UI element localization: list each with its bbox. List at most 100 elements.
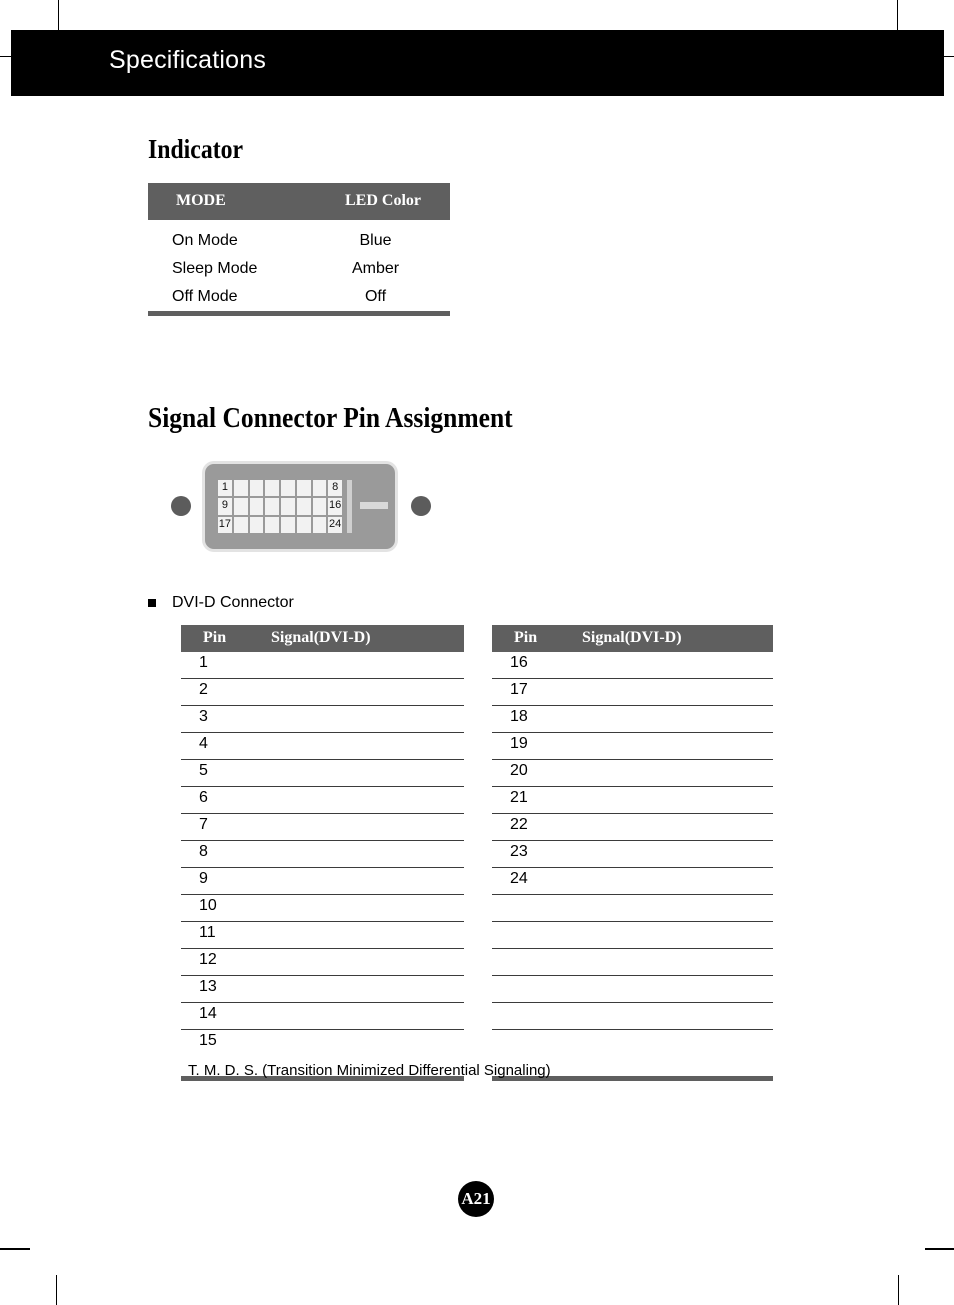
table-row: 2	[181, 679, 464, 706]
connector-pin-cell	[312, 480, 327, 497]
pin-assignment-table-left: Pin Signal(DVI-D) 1 2 3 4 5 6 7 8 9 10 1…	[181, 625, 464, 1081]
table-row: On Mode Blue	[148, 229, 450, 257]
pin-number: 20	[510, 762, 528, 779]
signal-column-header: Signal(DVI-D)	[271, 629, 371, 646]
table-row: 3	[181, 706, 464, 733]
crop-mark-right-top	[944, 56, 954, 57]
connector-pin-cell: 17	[218, 516, 232, 533]
table-row: 5	[181, 760, 464, 787]
table-row: 19	[492, 733, 773, 760]
tmds-footnote: T. M. D. S. (Transition Minimized Differ…	[188, 1062, 551, 1079]
table-row: 8	[181, 841, 464, 868]
connector-pin-number: 8	[332, 481, 339, 493]
pin-number: 7	[199, 816, 208, 833]
table-row: 21	[492, 787, 773, 814]
table-row	[492, 949, 773, 976]
connector-pin-cell	[281, 480, 295, 497]
connector-pin-cell	[281, 498, 295, 515]
connector-pin-cell	[312, 498, 327, 515]
pin-number: 10	[199, 897, 217, 914]
connector-pin-cell	[296, 480, 311, 497]
table-row: 23	[492, 841, 773, 868]
crop-mark-right-bottom	[925, 1248, 954, 1250]
connector-pin-cell: 16	[328, 498, 342, 515]
dvi-connector-label-row: DVI-D Connector	[148, 594, 294, 612]
pin-table-body-right: 16 17 18 19 20 21 22 23 24	[492, 652, 773, 1056]
connector-screw-left-icon	[171, 496, 191, 516]
indicator-mode-value: On Mode	[172, 232, 238, 249]
connector-shell: 1 8 9 16 17 24	[205, 464, 395, 549]
indicator-table-body: On Mode Blue Sleep Mode Amber Off Mode O…	[148, 220, 450, 313]
table-row: 18	[492, 706, 773, 733]
indicator-mode-value: Off Mode	[172, 288, 238, 305]
pin-number: 5	[199, 762, 208, 779]
page-title: Specifications	[109, 46, 267, 74]
crop-mark-bottom-left	[56, 1275, 57, 1305]
table-row: 17	[492, 679, 773, 706]
table-row: 16	[492, 652, 773, 679]
crop-mark-left-bottom	[0, 1248, 30, 1250]
pin-number: 14	[199, 1005, 217, 1022]
indicator-table-header: MODE LED Color	[148, 183, 450, 220]
connector-pin-cell: 24	[328, 516, 342, 533]
pin-number: 17	[510, 681, 528, 698]
indicator-heading: Indicator	[148, 134, 244, 164]
indicator-mode-value: Sleep Mode	[172, 260, 258, 277]
table-row: 15	[181, 1030, 464, 1056]
table-row	[492, 895, 773, 922]
pin-column-header: Pin	[203, 629, 227, 646]
table-row	[492, 922, 773, 949]
indicator-led-value: Blue	[359, 232, 392, 249]
pin-number: 13	[199, 978, 217, 995]
pin-number: 23	[510, 843, 528, 860]
connector-pin-number: 1	[221, 481, 228, 493]
table-row: 13	[181, 976, 464, 1003]
table-row: 4	[181, 733, 464, 760]
connector-pin-cell	[233, 516, 248, 533]
signal-column-header: Signal(DVI-D)	[582, 629, 682, 646]
connector-pin-grid: 1 8 9 16 17 24	[218, 480, 342, 533]
pin-table-header: Pin Signal(DVI-D)	[492, 625, 773, 652]
pin-number: 12	[199, 951, 217, 968]
indicator-column-mode: MODE	[176, 192, 226, 209]
page-header-bar: Specifications	[11, 30, 944, 96]
connector-pin-cell	[296, 516, 311, 533]
connector-pin-cell	[281, 516, 295, 533]
table-row: 6	[181, 787, 464, 814]
connector-flat-blade-contact	[360, 502, 388, 509]
pin-number: 9	[199, 870, 208, 887]
connector-pin-cell	[249, 498, 264, 515]
table-row: 11	[181, 922, 464, 949]
table-row: 20	[492, 760, 773, 787]
table-row: Off Mode Off	[148, 285, 450, 313]
table-row: 24	[492, 868, 773, 895]
connector-pin-cell	[249, 480, 264, 497]
indicator-table-bottom-rule	[148, 311, 450, 316]
connector-pin-cell	[249, 516, 264, 533]
pin-table-body-left: 1 2 3 4 5 6 7 8 9 10 11 12 13 14 15	[181, 652, 464, 1056]
crop-mark-top-left	[58, 0, 59, 30]
table-row: 22	[492, 814, 773, 841]
indicator-led-value: Amber	[351, 260, 400, 277]
pin-table-header: Pin Signal(DVI-D)	[181, 625, 464, 652]
table-row	[492, 1003, 773, 1030]
table-row: 1	[181, 652, 464, 679]
pin-number: 1	[199, 654, 208, 671]
table-row: 14	[181, 1003, 464, 1030]
connector-pin-cell	[296, 498, 311, 515]
table-row: 7	[181, 814, 464, 841]
pin-number: 24	[510, 870, 528, 887]
connector-screw-right-icon	[411, 496, 431, 516]
pin-number: 22	[510, 816, 528, 833]
pin-number: 19	[510, 735, 528, 752]
crop-mark-left-top	[0, 56, 11, 57]
connector-pin-cell: 9	[218, 498, 232, 515]
pin-column-header: Pin	[514, 629, 538, 646]
connector-pin-cell: 1	[218, 480, 232, 497]
connector-pin-number: 24	[329, 517, 342, 530]
pin-number: 8	[199, 843, 208, 860]
pin-number: 15	[199, 1032, 217, 1049]
connector-heading: Signal Connector Pin Assignment	[148, 402, 513, 434]
table-row	[492, 976, 773, 1003]
connector-pin-cell	[233, 498, 248, 515]
